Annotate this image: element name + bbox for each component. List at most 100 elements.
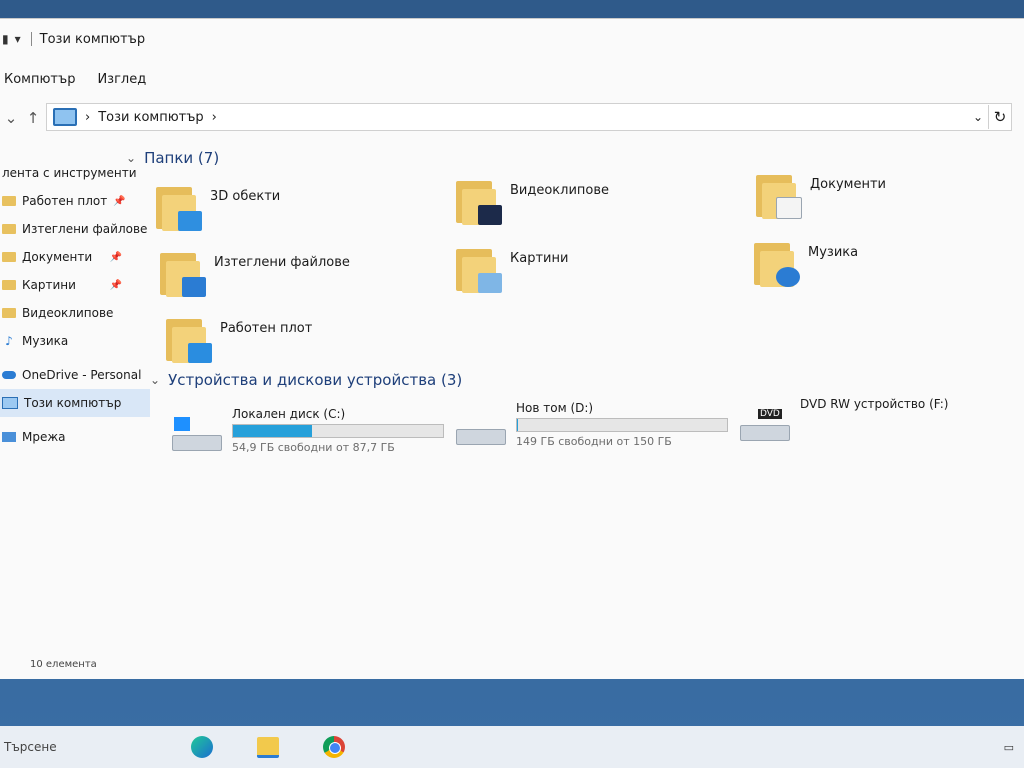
this-pc-icon bbox=[2, 397, 18, 409]
nav-label: Картини bbox=[22, 278, 76, 292]
folder-music[interactable]: Музика bbox=[754, 239, 1014, 295]
folders-group-header[interactable]: ⌄ Папки (7) bbox=[126, 149, 219, 167]
system-tray[interactable]: ▭ bbox=[1004, 741, 1014, 754]
film-icon bbox=[456, 177, 502, 225]
quick-access-toolbar: ▮ ▾ bbox=[0, 32, 36, 46]
nav-label: Този компютър bbox=[24, 396, 122, 410]
nav-label: Музика bbox=[22, 334, 69, 348]
music-note-icon: ♪ bbox=[5, 334, 13, 348]
breadcrumb-sep-icon[interactable]: › bbox=[85, 110, 90, 125]
taskbar-app-explorer[interactable] bbox=[250, 732, 286, 762]
nav-label: OneDrive - Personal bbox=[22, 368, 142, 382]
folder-name: Документи bbox=[810, 177, 886, 192]
drive-f-dvd[interactable]: DVD DVD RW устройство (F:) bbox=[740, 397, 1000, 453]
folder-3d-objects[interactable]: 3D обекти bbox=[156, 183, 416, 239]
pictures-folder-icon bbox=[2, 280, 16, 290]
folder-name: 3D обекти bbox=[210, 189, 281, 204]
taskbar-app-edge[interactable] bbox=[184, 732, 220, 762]
onedrive-cloud-icon bbox=[2, 371, 16, 379]
status-bar-count: 10 елемента bbox=[30, 659, 97, 670]
taskbar-search[interactable]: Търсене bbox=[0, 726, 154, 768]
network-icon bbox=[2, 432, 16, 442]
nav-label: Документи bbox=[22, 250, 93, 264]
pin-icon: 📌 bbox=[113, 195, 126, 207]
window-title: Този компютър bbox=[39, 31, 146, 47]
drive-d[interactable]: Нов том (D:) 149 ГБ свободни от 150 ГБ bbox=[456, 401, 728, 457]
nav-label: Работен плот bbox=[22, 194, 108, 208]
customize-qat-icon[interactable]: ▾ bbox=[15, 32, 21, 46]
nav-item-this-pc[interactable]: Този компютър bbox=[0, 389, 150, 417]
toolbar-separator bbox=[30, 32, 32, 46]
up-arrow-icon[interactable]: ↑ bbox=[22, 109, 44, 127]
chevron-down-icon[interactable]: ⌄ bbox=[126, 151, 136, 165]
desktop-folder-icon bbox=[2, 196, 16, 206]
edge-icon bbox=[191, 736, 213, 758]
pin-icon: 📌 bbox=[109, 279, 122, 291]
save-icon[interactable]: ▮ bbox=[2, 32, 9, 46]
nav-item-videos[interactable]: Видеоклипове bbox=[0, 299, 150, 327]
music-note-icon bbox=[754, 239, 800, 287]
refresh-icon[interactable]: ↻ bbox=[988, 105, 1011, 129]
folder-name: Изтеглени файлове bbox=[214, 255, 350, 270]
drive-c[interactable]: Локален диск (C:) 54,9 ГБ свободни от 87… bbox=[172, 407, 444, 463]
pin-icon: 📌 bbox=[109, 251, 122, 263]
group-title: Устройства и дискови устройства (3) bbox=[168, 371, 463, 389]
windows-drive-icon bbox=[172, 417, 222, 453]
downloads-folder-icon bbox=[2, 224, 16, 234]
folder-videos[interactable]: Видеоклипове bbox=[456, 177, 716, 233]
file-explorer-window: ▮ ▾ Този компютър Компютър Изглед ⌄ ↑ › … bbox=[0, 18, 1024, 679]
tab-computer[interactable]: Компютър bbox=[0, 72, 93, 87]
folder-downloads[interactable]: Изтеглени файлове bbox=[160, 249, 420, 305]
picture-icon bbox=[456, 245, 502, 293]
notification-icon[interactable]: ▭ bbox=[1004, 741, 1014, 754]
folder-documents[interactable]: Документи bbox=[756, 171, 1016, 227]
nav-label: лента с инструменти bbox=[2, 166, 137, 180]
search-label: Търсене bbox=[4, 740, 57, 754]
folder-name: Картини bbox=[510, 251, 569, 266]
address-controls: ⌄ ↻ bbox=[968, 104, 1011, 130]
breadcrumb-this-pc[interactable]: Този компютър bbox=[98, 110, 203, 125]
recent-locations-icon[interactable]: ⌄ bbox=[0, 109, 22, 127]
breadcrumb-next-icon[interactable]: › bbox=[212, 110, 217, 125]
cube-icon bbox=[156, 183, 202, 231]
documents-folder-icon bbox=[2, 252, 16, 262]
nav-item-network[interactable]: Мрежа bbox=[0, 423, 150, 451]
chevron-down-icon[interactable]: ⌄ bbox=[968, 110, 988, 124]
nav-item-onedrive[interactable]: OneDrive - Personal bbox=[0, 361, 150, 389]
document-icon bbox=[756, 171, 802, 219]
chevron-down-icon[interactable]: ⌄ bbox=[150, 373, 160, 387]
nav-label: Видеоклипове bbox=[22, 306, 114, 320]
chrome-icon bbox=[323, 736, 345, 758]
download-arrow-icon bbox=[160, 249, 206, 297]
drives-group-header[interactable]: ⌄ Устройства и дискови устройства (3) bbox=[150, 371, 462, 389]
address-row: ⌄ ↑ › Този компютър › ⌄ ↻ bbox=[0, 103, 1024, 133]
nav-item-pictures[interactable]: Картини 📌 bbox=[0, 271, 150, 299]
taskbar: Търсене ▭ bbox=[0, 726, 1024, 768]
navigation-pane: лента с инструменти Работен плот 📌 Изтег… bbox=[0, 159, 150, 451]
drive-free-space: 54,9 ГБ свободни от 87,7 ГБ bbox=[232, 441, 395, 454]
drive-usage-bar bbox=[516, 418, 728, 432]
nav-label: Мрежа bbox=[22, 430, 66, 444]
drive-name: Локален диск (C:) bbox=[232, 407, 346, 421]
folder-name: Видеоклипове bbox=[510, 183, 610, 198]
tab-view[interactable]: Изглед bbox=[93, 72, 164, 87]
nav-item-music[interactable]: ♪ Музика bbox=[0, 327, 150, 355]
folder-pictures[interactable]: Картини bbox=[456, 245, 716, 301]
group-title: Папки (7) bbox=[144, 149, 220, 167]
drive-usage-fill bbox=[517, 419, 519, 431]
nav-item-desktop[interactable]: Работен плот 📌 bbox=[0, 187, 150, 215]
drive-usage-bar bbox=[232, 424, 444, 438]
folder-name: Работен плот bbox=[220, 321, 313, 336]
drive-usage-fill bbox=[233, 425, 312, 437]
file-explorer-icon bbox=[257, 736, 279, 758]
drive-name: DVD RW устройство (F:) bbox=[800, 397, 949, 411]
drive-name: Нов том (D:) bbox=[516, 401, 594, 415]
nav-item-downloads[interactable]: Изтеглени файлове 📌 bbox=[0, 215, 150, 243]
drive-free-space: 149 ГБ свободни от 150 ГБ bbox=[516, 435, 672, 448]
breadcrumb: › Този компютър › bbox=[47, 108, 217, 126]
videos-folder-icon bbox=[2, 308, 16, 318]
address-bar[interactable]: › Този компютър › ⌄ ↻ bbox=[46, 103, 1012, 131]
nav-item-documents[interactable]: Документи 📌 bbox=[0, 243, 150, 271]
taskbar-app-chrome[interactable] bbox=[316, 732, 352, 762]
folder-desktop[interactable]: Работен плот bbox=[166, 315, 426, 371]
